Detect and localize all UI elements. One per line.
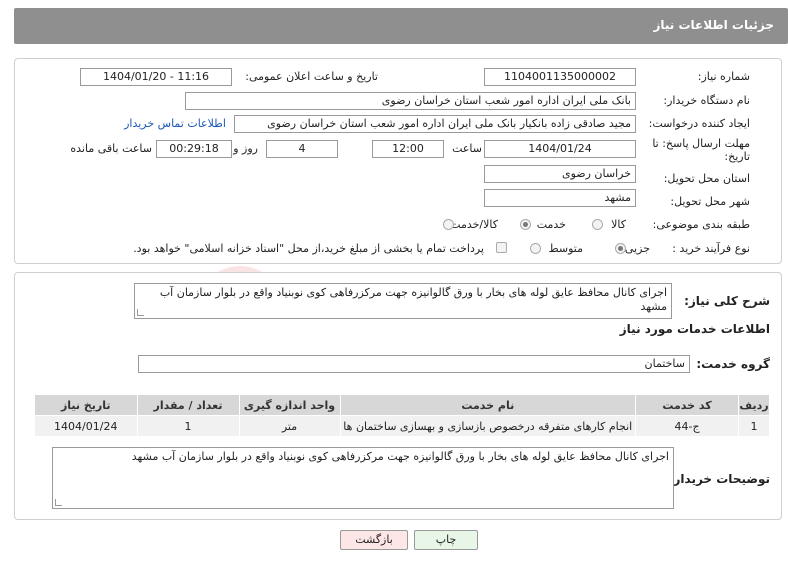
process-label: نوع فرآیند خرید : (672, 242, 750, 255)
services-section-title: اطلاعات خدمات مورد نیاز (619, 322, 770, 336)
deadline-label: مهلت ارسال پاسخ: تا تاریخ: (652, 137, 750, 163)
col-header-unit: واحد اندازه گیری (238, 394, 341, 416)
services-table-header: ردیف کد خدمت نام خدمت واحد اندازه گیری ت… (34, 394, 770, 416)
remaining-label: ساعت باقی مانده (70, 142, 152, 155)
cell-code: ج-44 (634, 415, 740, 437)
province-field[interactable]: خراسان رضوی (484, 165, 636, 183)
cell-row: 1 (738, 415, 770, 437)
category-option-both-label: کالا/خدمت (450, 218, 498, 231)
treasury-note: پرداخت تمام یا بخشی از مبلغ خرید،از محل … (133, 242, 484, 255)
page-title: جزئیات اطلاعات نیاز (653, 18, 774, 32)
announce-datetime-label: تاریخ و ساعت اعلان عمومی: (245, 70, 378, 83)
resize-grip-icon[interactable] (137, 309, 144, 316)
col-header-code: کد خدمت (634, 394, 740, 416)
deadline-time-field[interactable]: 12:00 (372, 140, 444, 158)
process-option-minor-label: جزیی (624, 242, 650, 255)
page-header: جزئیات اطلاعات نیاز (14, 8, 788, 44)
city-field[interactable]: مشهد (484, 189, 636, 207)
cell-unit: متر (238, 415, 341, 437)
service-group-label: گروه خدمت: (696, 357, 770, 371)
services-table: ردیف کد خدمت نام خدمت واحد اندازه گیری ت… (34, 394, 770, 437)
announce-datetime-field[interactable]: 1404/01/20 - 11:16 (80, 68, 232, 86)
summary-textarea[interactable]: اجرای کانال محافظ عایق لوله های بخار با … (134, 283, 672, 319)
deadline-time-label: ساعت (452, 142, 482, 155)
category-option-both-radio[interactable] (443, 219, 454, 230)
requester-field[interactable]: مجید صادقی زاده بانکیار بانک ملی ایران ا… (234, 115, 636, 133)
remaining-time-field[interactable]: 00:29:18 (156, 140, 232, 158)
city-label: شهر محل تحویل: (670, 195, 750, 208)
cell-date: 1404/01/24 (34, 415, 138, 437)
buyer-org-label: نام دستگاه خریدار: (663, 94, 750, 107)
buyer-notes-text: اجرای کانال محافظ عایق لوله های بخار با … (131, 450, 669, 463)
category-label: طبقه بندی موضوعی: (652, 218, 750, 231)
need-number-field[interactable]: 1104001135000002 (484, 68, 636, 86)
col-header-quantity: تعداد / مقدار (136, 394, 240, 416)
summary-label: شرح کلی نیاز: (684, 294, 770, 308)
summary-text: اجرای کانال محافظ عایق لوله های بخار با … (159, 286, 667, 313)
back-button[interactable]: بازگشت (340, 530, 408, 550)
need-number-label: شماره نیاز: (697, 70, 750, 83)
treasury-checkbox[interactable] (496, 242, 507, 253)
days-label: روز و (233, 142, 258, 155)
buyer-contact-link[interactable]: اطلاعات تماس خریدار (124, 117, 226, 130)
print-button[interactable]: چاپ (414, 530, 478, 550)
buyer-notes-label: توضیحات خریدار: (668, 472, 770, 486)
days-field[interactable]: 4 (266, 140, 338, 158)
cell-quantity: 1 (136, 415, 240, 437)
buyer-org-field[interactable]: بانک ملی ایران اداره امور شعب استان خراس… (185, 92, 636, 110)
category-option-goods-radio[interactable] (592, 219, 603, 230)
col-header-row: ردیف (738, 394, 770, 416)
buyer-notes-textarea[interactable]: اجرای کانال محافظ عایق لوله های بخار با … (52, 447, 674, 509)
cell-name: انجام کارهای متفرقه درخصوص بازسازی و بهس… (339, 415, 637, 437)
process-option-medium-radio[interactable] (530, 243, 541, 254)
col-header-date: تاریخ نیاز (34, 394, 138, 416)
table-row[interactable]: 1 ج-44 انجام کارهای متفرقه درخصوص بازساز… (34, 415, 770, 437)
deadline-date-field[interactable]: 1404/01/24 (484, 140, 636, 158)
requester-label: ایجاد کننده درخواست: (648, 117, 750, 130)
process-option-minor-radio[interactable] (615, 243, 626, 254)
province-label: استان محل تحویل: (663, 172, 750, 185)
category-option-service-radio[interactable] (520, 219, 531, 230)
service-group-field[interactable]: ساختمان (138, 355, 690, 373)
col-header-name: نام خدمت (339, 394, 637, 416)
category-option-service-label: خدمت (536, 218, 566, 231)
category-option-goods-label: کالا (611, 218, 626, 231)
resize-grip-icon[interactable] (55, 499, 62, 506)
process-option-medium-label: متوسط (548, 242, 583, 255)
